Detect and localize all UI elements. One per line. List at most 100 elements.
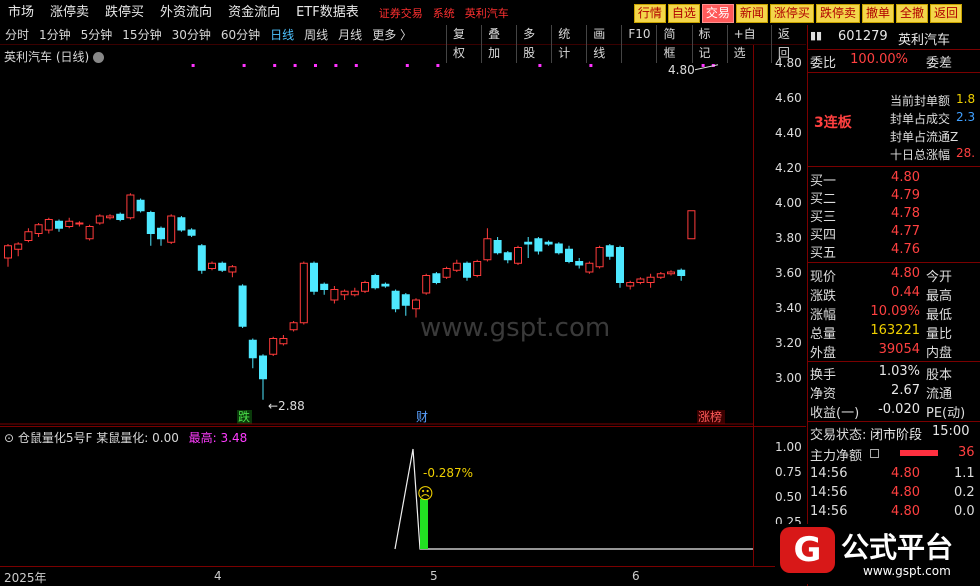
list-icon[interactable]: [870, 449, 879, 458]
candle-body: [544, 241, 553, 245]
stock-code: 601279: [838, 29, 888, 44]
signal-dot: [589, 64, 593, 67]
event-marker[interactable]: 跌: [238, 409, 250, 424]
x-axis-label: 4: [214, 569, 222, 583]
candle-body: [95, 215, 104, 224]
tick-price: 4.80: [891, 485, 920, 500]
order-book-row[interactable]: 买二 4.79: [808, 188, 980, 207]
menu-item-1[interactable]: 涨停卖: [42, 0, 97, 25]
quick-button-2[interactable]: 交易: [701, 4, 734, 23]
stat-row: 现价 4.80 今开: [808, 266, 980, 285]
order-book-row[interactable]: 买五 4.76: [808, 242, 980, 261]
candle-body: [646, 276, 655, 283]
x-axis-label: 2025年: [4, 571, 47, 585]
stat-label-2: 最高: [926, 289, 953, 304]
order-book-row[interactable]: 买四 4.77: [808, 224, 980, 243]
event-marker[interactable]: 财: [416, 410, 428, 424]
divider: [808, 166, 980, 167]
signal-dot: [293, 64, 297, 67]
candle-body: [330, 289, 339, 301]
seal-row: 封单占成交 2.3: [808, 110, 980, 128]
quick-button-1[interactable]: 自选: [667, 4, 700, 23]
flow-bar: [900, 450, 938, 456]
menu-item-3[interactable]: 外资流向: [152, 0, 220, 25]
y-tick: 3.60: [775, 265, 802, 280]
logo-text: 公式平台: [841, 531, 954, 564]
period-tab-2[interactable]: 5分钟: [81, 28, 113, 42]
quick-button-7[interactable]: 全撤: [895, 4, 928, 23]
quote-panel: ▮▮ 601279 英利汽车 委比 100.00% 委差 3连板 当前封单额 1.…: [807, 25, 980, 586]
period-tab-0[interactable]: 分时: [5, 28, 29, 42]
dropdown-circle-icon[interactable]: [93, 52, 105, 63]
main-flow-label: 主力净额: [810, 449, 863, 464]
signal-dot: [191, 64, 195, 67]
order-book-row[interactable]: 买三 4.78: [808, 206, 980, 225]
tick-price: 4.80: [891, 466, 920, 481]
period-tab-1[interactable]: 1分钟: [39, 28, 71, 42]
candle-body: [442, 268, 451, 278]
order-book-label: 买四: [810, 228, 837, 243]
menu-item-5[interactable]: ETF数据表: [288, 0, 367, 25]
chart-title-text: 英利汽车 (日线): [4, 50, 90, 64]
tick-volume: 0.2: [954, 485, 975, 500]
menu-item-0[interactable]: 市场: [0, 0, 42, 25]
tick-row: 14:56 4.80 0.2: [808, 485, 980, 503]
period-tab-9[interactable]: 更多 〉: [372, 28, 412, 42]
period-tab-8[interactable]: 月线: [338, 28, 362, 42]
candle-body: [585, 262, 594, 273]
center-link-0[interactable]: 证券交易: [379, 7, 423, 20]
weicha-label: 委差: [926, 56, 953, 71]
period-selector: 分时 1分钟 5分钟 15分钟 30分钟 60分钟 日线 周线 月线 更多 〉: [0, 26, 417, 43]
logo-mark-icon: G: [780, 527, 835, 573]
order-book-label: 买三: [810, 210, 837, 225]
indicator-chart[interactable]: ⊙ 仓鼠量化5号F 某鼠量化: 0.00 最高: 3.48 -0.287% ☹: [0, 426, 806, 566]
order-book-price: 4.78: [891, 206, 920, 221]
quick-button-5[interactable]: 跌停卖: [815, 4, 860, 23]
period-tab-3[interactable]: 15分钟: [122, 28, 161, 42]
quick-button-8[interactable]: 返回: [929, 4, 962, 23]
candle-body: [238, 285, 247, 327]
stat-label-2: 今开: [926, 270, 953, 285]
quick-button-6[interactable]: 撤单: [861, 4, 894, 23]
quick-button-0[interactable]: 行情: [633, 4, 666, 23]
period-tab-6[interactable]: 日线: [270, 28, 294, 42]
menu-item-2[interactable]: 跌停买: [97, 0, 152, 25]
stat-row: 总量 163221 量比: [808, 323, 980, 342]
menu-item-4[interactable]: 资金流向: [220, 0, 288, 25]
sub-y-tick: 0.50: [775, 490, 802, 504]
trade-time: 15:00: [932, 424, 970, 439]
candle-body: [626, 282, 635, 287]
period-tab-7[interactable]: 周线: [304, 28, 328, 42]
watermark: www.gspt.com: [420, 313, 611, 343]
candle-body: [503, 252, 512, 261]
candle-body: [320, 283, 329, 290]
stat-label-2: 内盘: [926, 346, 953, 361]
center-link-1[interactable]: 系统: [433, 7, 455, 20]
quick-button-4[interactable]: 涨停买: [769, 4, 814, 23]
x-axis-label: 5: [430, 569, 438, 583]
stat-label: 涨幅: [810, 308, 837, 323]
indicator-annotation: -0.287%: [423, 466, 473, 480]
expand-icon[interactable]: ⊙: [4, 431, 14, 445]
center-link-2[interactable]: 英利汽车: [465, 7, 509, 20]
stat-value: 0.44: [891, 285, 920, 300]
period-tab-4[interactable]: 30分钟: [172, 28, 211, 42]
signal-dot: [354, 64, 358, 67]
candle-body: [401, 294, 410, 306]
candle-body: [483, 238, 492, 261]
indicator-name: 仓鼠量化5号F: [17, 431, 93, 445]
kline-chart[interactable]: 英利汽车 (日线) ←2.88 4.80 跌 财 涨榜 www.gspt.com: [0, 45, 806, 425]
stat-row: 收益(一) -0.020 PE(动): [808, 402, 980, 421]
event-marker[interactable]: 涨榜: [698, 409, 722, 424]
divider: [808, 421, 980, 422]
x-axis: 2025年 4 5 6: [0, 566, 806, 586]
quick-button-3[interactable]: 新闻: [735, 4, 768, 23]
seal-row: 当前封单额 1.8: [808, 92, 980, 110]
high-arrow: [694, 64, 719, 71]
candle-body: [391, 290, 400, 310]
period-tab-5[interactable]: 60分钟: [221, 28, 260, 42]
stat-row: 外盘 39054 内盘: [808, 342, 980, 361]
candle-body: [218, 262, 227, 271]
order-book-row[interactable]: 买一 4.80: [808, 170, 980, 189]
candle-body: [65, 220, 74, 227]
